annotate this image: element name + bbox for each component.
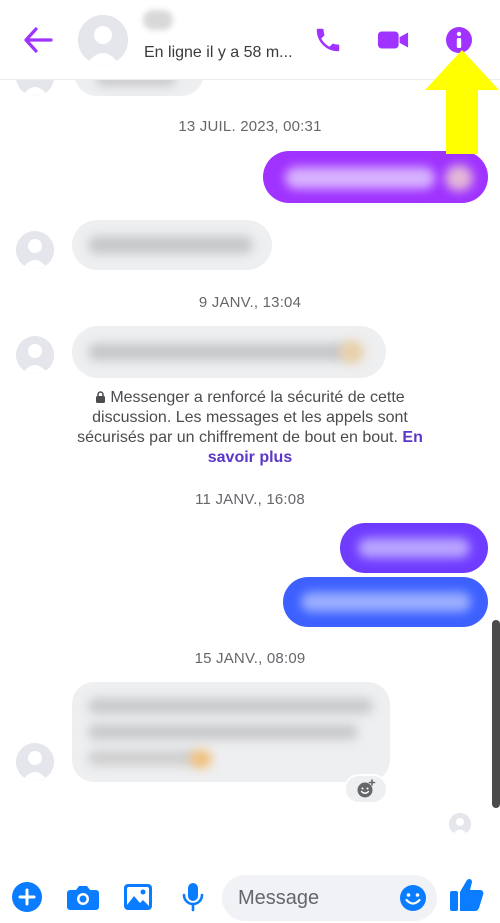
plus-icon — [12, 882, 42, 912]
back-button[interactable] — [22, 26, 54, 54]
emoji-button[interactable] — [398, 883, 428, 913]
gallery-button[interactable] — [121, 880, 155, 914]
more-actions-button[interactable] — [10, 880, 44, 914]
camera-button[interactable] — [66, 880, 100, 914]
camera-icon — [67, 886, 99, 910]
back-arrow-icon — [24, 27, 53, 53]
sender-avatar — [16, 231, 54, 269]
message-list[interactable]: 13 JUIL. 2023, 00:31 9 JANV., 13:04 Mess… — [0, 80, 500, 870]
message-bubble-outgoing[interactable] — [263, 151, 488, 203]
yellow-pointer-arrow-icon — [425, 50, 499, 154]
video-camera-icon — [377, 31, 409, 49]
microphone-icon — [182, 883, 204, 912]
encryption-notice-text: Messenger a renforcé la sécurité de cett… — [77, 389, 408, 446]
like-button[interactable] — [448, 876, 486, 914]
default-avatar-icon — [78, 15, 128, 65]
add-reaction-button[interactable] — [344, 774, 388, 804]
message-bubble-outgoing[interactable] — [340, 523, 488, 573]
seen-indicator-avatar — [449, 813, 471, 835]
default-avatar-icon — [449, 813, 471, 835]
default-avatar-icon — [16, 231, 54, 269]
phone-icon — [316, 28, 340, 52]
voice-call-button[interactable] — [312, 24, 344, 56]
message-bubble-incoming[interactable] — [72, 220, 272, 270]
timestamp: 9 JANV., 13:04 — [198, 294, 302, 311]
add-reaction-icon — [357, 779, 376, 798]
sender-avatar — [16, 336, 54, 374]
sender-avatar — [16, 80, 54, 96]
video-call-button[interactable] — [377, 24, 409, 56]
encryption-notice: Messenger a renforcé la sécurité de cett… — [70, 388, 430, 468]
message-bubble-incoming[interactable] — [72, 326, 386, 378]
default-avatar-icon — [16, 80, 54, 96]
image-icon — [124, 884, 152, 910]
scrollbar[interactable] — [492, 620, 500, 808]
online-status: En ligne il y a 58 m... — [144, 44, 293, 61]
sender-avatar — [16, 743, 54, 781]
timestamp: 15 JANV., 08:09 — [194, 650, 306, 667]
timestamp: 11 JANV., 16:08 — [195, 491, 305, 508]
contact-name-redacted[interactable] — [143, 10, 173, 30]
message-bubble-incoming[interactable] — [72, 682, 390, 782]
lock-icon — [96, 391, 106, 403]
message-bubble-incoming[interactable] — [74, 80, 204, 96]
message-bubble-outgoing[interactable] — [283, 577, 488, 627]
thumbs-up-icon — [450, 878, 484, 911]
voice-message-button[interactable] — [176, 880, 210, 914]
message-composer — [0, 870, 500, 923]
contact-avatar[interactable] — [78, 15, 128, 65]
emoji-icon — [400, 885, 426, 911]
default-avatar-icon — [16, 743, 54, 781]
default-avatar-icon — [16, 336, 54, 374]
